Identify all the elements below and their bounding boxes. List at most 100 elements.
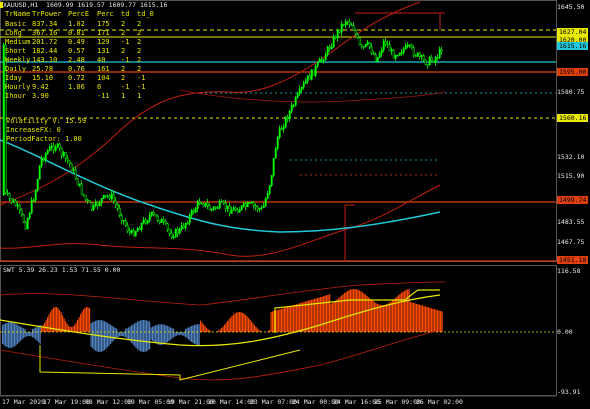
table-cell: 2 xyxy=(121,47,126,55)
histogram-bar xyxy=(428,307,430,332)
histogram-bar-upper xyxy=(96,320,98,332)
histogram-bar xyxy=(171,332,173,339)
histogram-bar-upper xyxy=(116,328,118,332)
histogram-bar-upper xyxy=(185,328,187,332)
price-label: 1580.75 xyxy=(557,88,585,96)
histogram-bar-upper xyxy=(102,320,104,332)
candle-body xyxy=(320,58,323,61)
candle-body xyxy=(132,230,135,237)
histogram-bar-upper xyxy=(164,324,166,332)
histogram-bar-upper xyxy=(135,322,137,332)
histogram-bar-upper xyxy=(99,320,101,332)
candle-body xyxy=(154,214,157,217)
candle-body xyxy=(440,49,443,52)
histogram-bar-upper xyxy=(5,323,7,332)
histogram-bar xyxy=(35,332,37,340)
candle-body xyxy=(270,175,273,186)
candle-body xyxy=(206,202,209,207)
histogram-bar xyxy=(15,332,17,346)
candle-body xyxy=(122,220,125,222)
candle-body xyxy=(432,60,435,63)
candle-body xyxy=(344,21,347,26)
histogram-bar xyxy=(422,305,424,332)
histogram-bar-upper xyxy=(149,321,151,332)
histogram-bar xyxy=(177,332,179,336)
candle-body xyxy=(300,87,303,90)
histogram-bar-upper xyxy=(141,320,143,332)
candle-body xyxy=(78,183,81,186)
candle-body xyxy=(364,44,367,48)
volatility-text: Volatility V: 15.59 xyxy=(6,117,87,125)
histogram-bar xyxy=(72,326,74,332)
candle-body xyxy=(100,198,103,204)
sub-axis-label: 0.00 xyxy=(557,328,573,336)
histogram-bar xyxy=(120,332,122,337)
histogram-bar xyxy=(434,309,436,332)
table-cell: 3.90 xyxy=(32,92,49,100)
candle-body xyxy=(224,202,227,210)
table-cell: Short xyxy=(5,47,27,55)
histogram-bar xyxy=(284,307,286,332)
swt-histogram xyxy=(2,289,443,352)
histogram-bar xyxy=(237,312,239,332)
candle-body xyxy=(310,69,313,80)
histogram-bar xyxy=(332,302,334,332)
sub-window-title: SWT 5.39 26.23 1.53 71.55 0.00 xyxy=(3,266,121,274)
candle-body xyxy=(302,83,305,88)
candle-body xyxy=(248,202,251,204)
candle-body xyxy=(22,214,25,223)
histogram-bar xyxy=(408,289,410,332)
candle-body xyxy=(180,225,183,229)
histogram-bar xyxy=(191,332,193,343)
candle-body xyxy=(218,201,221,209)
candle-body xyxy=(118,208,121,216)
histogram-bar xyxy=(60,312,62,332)
table-cell: 171 xyxy=(97,29,110,37)
candle-body xyxy=(290,105,293,112)
candle-body xyxy=(96,202,99,206)
table-cell: Basic xyxy=(5,20,27,28)
histogram-bar-upper xyxy=(95,320,97,332)
histogram-bar xyxy=(287,306,289,332)
envelope-lower xyxy=(0,184,441,257)
histogram-bar-upper xyxy=(132,324,134,332)
histogram-bar xyxy=(369,298,371,332)
table-cell: 1.06 xyxy=(68,83,85,91)
candle-body xyxy=(430,57,433,62)
price-label: 1483.55 xyxy=(557,218,585,226)
histogram-bar xyxy=(425,306,427,332)
histogram-bar xyxy=(366,296,368,332)
histogram-bar-upper xyxy=(197,324,199,332)
histogram-bar xyxy=(251,321,253,332)
candle-body xyxy=(324,54,327,61)
price-label: 1560.16 xyxy=(557,114,589,122)
table-header: TrName xyxy=(5,10,31,18)
histogram-bar-upper xyxy=(131,325,133,332)
histogram-bar xyxy=(441,311,443,332)
candle-body xyxy=(194,208,197,213)
table-cell: 1 xyxy=(121,92,126,100)
table-cell: Ihour xyxy=(5,92,27,100)
histogram-bar xyxy=(387,303,389,332)
candle-body xyxy=(74,169,77,180)
candle-body xyxy=(414,55,417,57)
time-label: 18 Mar 12:00 xyxy=(85,398,132,406)
table-cell: 2 xyxy=(137,65,142,73)
histogram-bar-upper xyxy=(143,320,145,332)
candle-body xyxy=(52,145,55,151)
histogram-bar xyxy=(353,289,355,332)
candle-body xyxy=(18,205,21,211)
histogram-bar-upper xyxy=(3,324,5,332)
candle-body xyxy=(114,200,117,205)
histogram-bar xyxy=(174,332,176,337)
histogram-bar xyxy=(119,332,121,337)
histogram-bar-upper xyxy=(105,321,107,332)
candle-body xyxy=(184,222,187,229)
histogram-bar-upper xyxy=(147,320,149,332)
histogram-bar xyxy=(381,304,383,332)
candle-body xyxy=(316,62,319,67)
histogram-bar-upper xyxy=(111,325,113,332)
histogram-bar-upper xyxy=(167,325,169,332)
chart-canvas[interactable] xyxy=(0,0,590,409)
histogram-bar xyxy=(80,314,82,332)
